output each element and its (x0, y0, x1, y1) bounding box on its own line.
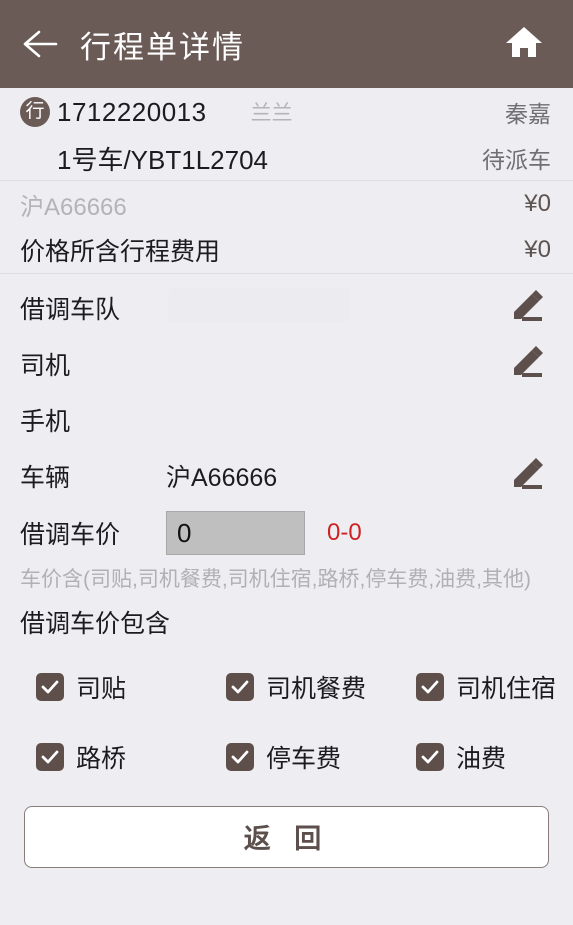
pencil-icon (508, 454, 548, 499)
form-label-phone: 手机 (20, 408, 71, 436)
pencil-icon (508, 286, 548, 331)
price-label: 价格所含行程费用 (20, 238, 221, 266)
checkbox-label: 停车费 (266, 744, 342, 773)
checkbox-label: 路桥 (76, 744, 127, 773)
order-info-block: 行 1712220013 兰兰 秦嘉 1号车/YBT1L2704 待派车 (0, 88, 573, 180)
price-label: 沪A66666 (20, 193, 127, 221)
check-icon (36, 672, 64, 701)
form-row-transfer-price: 借调车价 0-0 (0, 504, 573, 562)
checkbox-label: 司机餐费 (266, 674, 367, 703)
home-icon (504, 24, 544, 65)
footer: 返 回 (0, 792, 573, 868)
status-badge: 待派车 (482, 147, 551, 173)
checkbox-item-fuel[interactable]: 油费 (416, 739, 506, 775)
checkbox-item-driver-meal[interactable]: 司机餐费 (226, 669, 416, 705)
check-icon (416, 742, 444, 771)
form-row-driver: 司机 (0, 336, 573, 392)
edit-vehicle-button[interactable] (505, 453, 551, 499)
edit-fleet-button[interactable] (505, 285, 551, 331)
checkbox-row: 路桥 停车费 油费 (0, 722, 573, 792)
checkbox-label: 油费 (456, 744, 507, 773)
checkbox-item-parking[interactable]: 停车费 (226, 739, 416, 775)
price-row: 沪A66666 ¥0 (0, 181, 573, 227)
checkbox-row: 司贴 司机餐费 司机住宿 (0, 652, 573, 722)
order-number: 1712220013 (57, 96, 207, 127)
checkbox-item-driver-lodging[interactable]: 司机住宿 (416, 669, 556, 705)
form-row-fleet: 借调车队 (0, 280, 573, 336)
form-label-driver: 司机 (20, 352, 71, 380)
page-title: 行程单详情 (80, 29, 245, 65)
checkbox-grid: 司贴 司机餐费 司机住宿 路桥 停车费 油费 (0, 640, 573, 792)
form-value-vehicle: 沪A66666 (166, 464, 278, 492)
trip-badge-icon: 行 (20, 97, 50, 127)
back-button[interactable] (8, 0, 72, 88)
checkbox-item-driver-allowance[interactable]: 司贴 (36, 669, 226, 705)
price-include-hint: 车价含(司贴,司机餐费,司机住宿,路桥,停车费,油费,其他) (20, 568, 531, 591)
check-icon (416, 672, 444, 701)
edit-driver-button[interactable] (505, 341, 551, 387)
section-title-includes: 借调车价包含 (20, 609, 171, 638)
app-header: 行程单详情 (0, 0, 573, 88)
transfer-price-input[interactable] (166, 511, 305, 555)
checkbox-label: 司机住宿 (456, 674, 557, 703)
form-label-vehicle: 车辆 (20, 464, 71, 492)
vehicle-code: 1号车/YBT1L2704 (57, 144, 269, 175)
ghost-artifact (168, 288, 350, 322)
form-row-vehicle: 车辆 沪A66666 (0, 448, 573, 504)
arrow-left-icon (22, 29, 58, 59)
form-row-phone: 手机 (0, 392, 573, 448)
return-button[interactable]: 返 回 (24, 805, 549, 868)
price-row: 价格所含行程费用 ¥0 (0, 227, 573, 273)
pencil-icon (508, 342, 548, 387)
form-label-fleet: 借调车队 (20, 296, 121, 324)
operator-name: 秦嘉 (505, 101, 551, 127)
customer-name: 兰兰 (250, 102, 293, 125)
home-button[interactable] (493, 0, 555, 88)
vehicle-info-row: 1号车/YBT1L2704 待派车 (0, 136, 573, 180)
checkbox-item-toll[interactable]: 路桥 (36, 739, 226, 775)
form-label-transfer-price: 借调车价 (20, 521, 121, 549)
trip-detail-screen: 行程单详情 行 1712220013 兰兰 秦嘉 1号车/YBT1L2704 待… (0, 0, 573, 925)
check-icon (226, 672, 254, 701)
checkbox-label: 司贴 (76, 674, 127, 703)
price-value: ¥0 (524, 236, 551, 263)
price-block: 沪A66666 ¥0 价格所含行程费用 ¥0 (0, 181, 573, 273)
check-icon (36, 742, 64, 771)
price-range-hint: 0-0 (327, 519, 362, 546)
order-header-row: 行 1712220013 兰兰 秦嘉 (0, 88, 573, 136)
form-block: 借调车队 司机 手机 车辆 沪A66666 借调车价 0 0-0 车价含(司贴,… (0, 274, 573, 868)
check-icon (226, 742, 254, 771)
price-value: ¥0 (524, 190, 551, 217)
